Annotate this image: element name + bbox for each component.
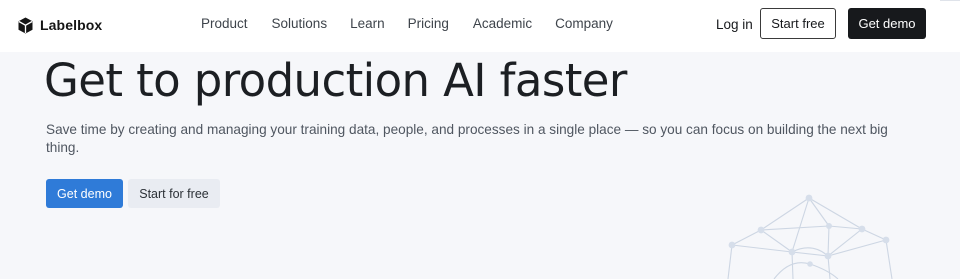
- hero-start-for-free-button[interactable]: Start for free: [128, 179, 220, 208]
- nav-item-academic[interactable]: Academic: [473, 16, 532, 31]
- nav-item-learn[interactable]: Learn: [350, 16, 385, 31]
- labelbox-cube-icon: [18, 17, 33, 34]
- hero-title: Get to production AI faster: [44, 54, 627, 107]
- hero-subtitle: Save time by creating and managing your …: [46, 122, 888, 155]
- top-navigation-bar: Labelbox Product Solutions Learn Pricing…: [0, 0, 960, 52]
- header-edge-divider: [940, 0, 960, 1]
- network-graph-illustration: [727, 194, 893, 279]
- login-link[interactable]: Log in: [716, 17, 753, 32]
- nav-item-pricing[interactable]: Pricing: [408, 16, 449, 31]
- header-get-demo-button[interactable]: Get demo: [848, 8, 926, 39]
- nav-item-product[interactable]: Product: [201, 16, 248, 31]
- nav-item-solutions[interactable]: Solutions: [272, 16, 328, 31]
- main-nav: Product Solutions Learn Pricing Academic…: [201, 16, 613, 31]
- hero-get-demo-button[interactable]: Get demo: [46, 179, 123, 208]
- brand-logo-link[interactable]: Labelbox: [18, 15, 102, 35]
- start-free-button[interactable]: Start free: [760, 8, 836, 39]
- brand-name: Labelbox: [40, 17, 103, 33]
- nav-item-company[interactable]: Company: [555, 16, 613, 31]
